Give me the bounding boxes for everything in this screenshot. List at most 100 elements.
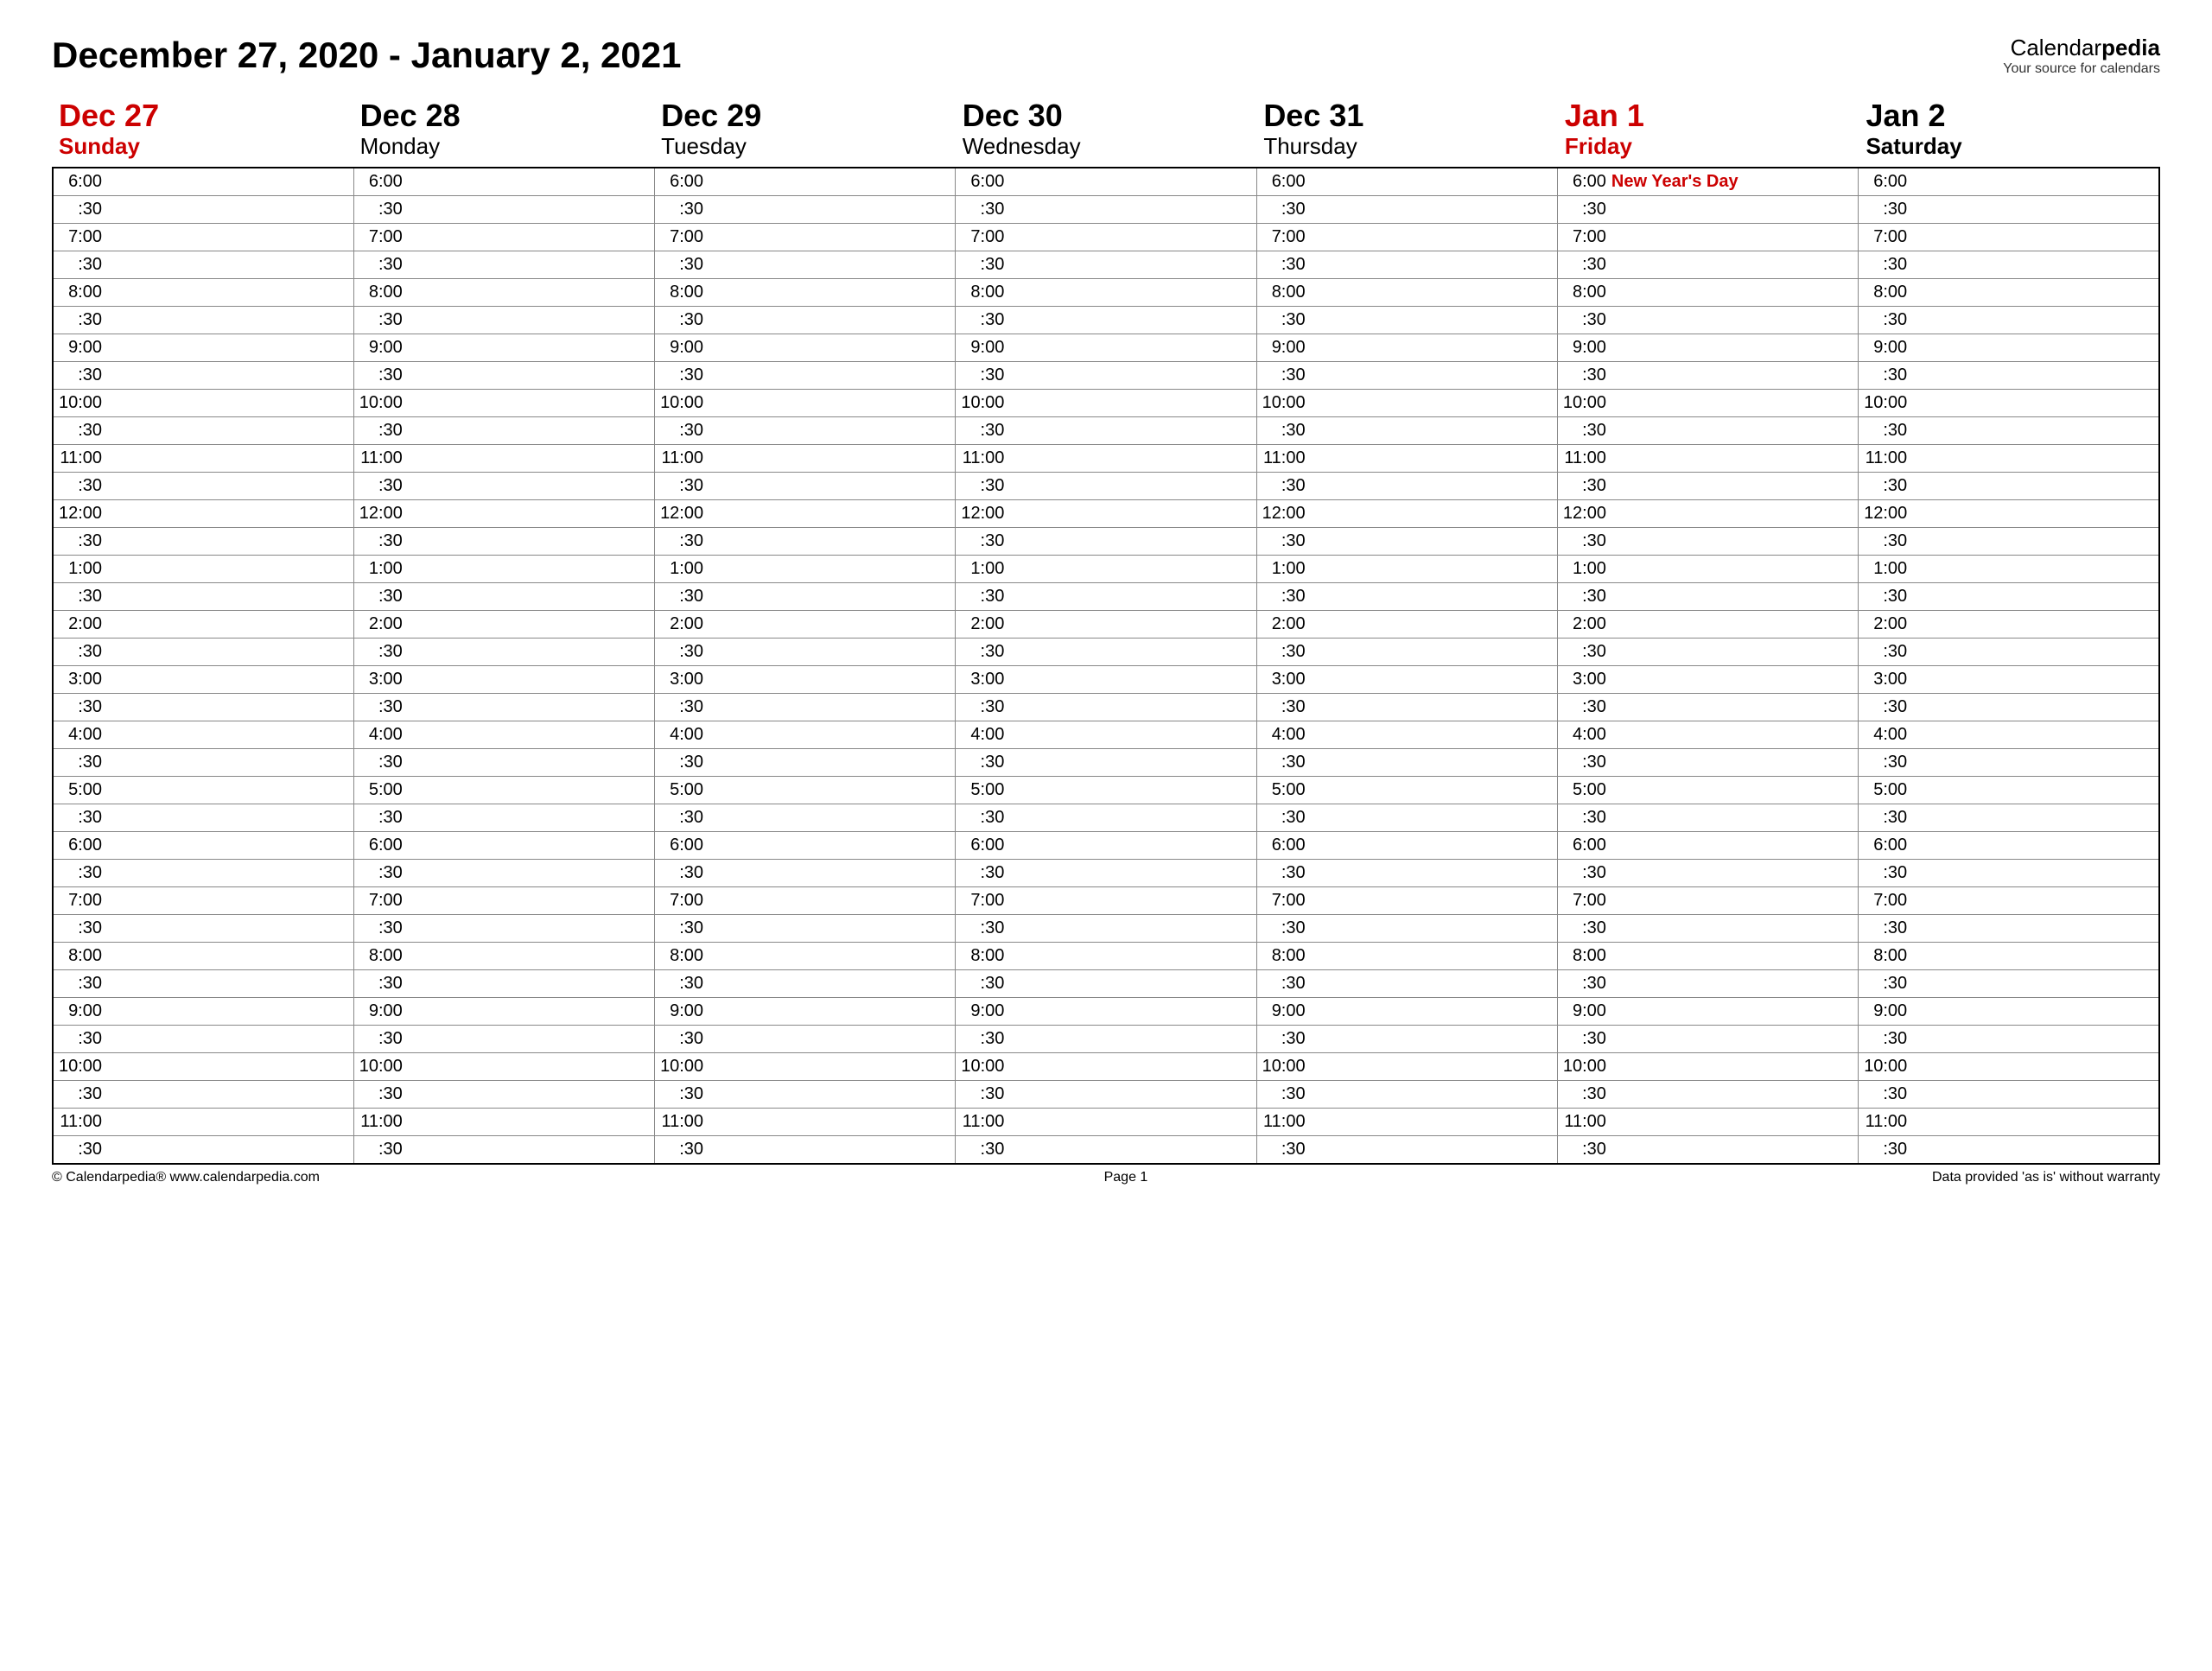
time-label: :30 [660,587,703,607]
time-label: 10:00 [1864,1057,1907,1077]
time-row: :30:30:30:30:30:30:30 [53,969,2159,997]
time-cell: 8:00 [655,278,956,306]
time-cell: :30 [1859,361,2159,389]
time-label: :30 [359,1140,403,1160]
time-label: 10:00 [359,1057,403,1077]
time-cell: 6:00 [956,168,1256,196]
time-label: 7:00 [359,891,403,911]
time-cell: :30 [1859,804,2159,831]
day-name-label: Saturday [1866,133,2153,160]
day-name-label: Monday [360,133,648,160]
time-cell: :30 [53,195,353,223]
time-cell: 6:00 [53,831,353,859]
time-label: :30 [961,365,1004,385]
time-row: 6:006:006:006:006:006:006:00 [53,831,2159,859]
time-cell: 4:00 [53,721,353,748]
day-short-label: Dec 27 [59,98,346,133]
time-cell: :30 [353,914,654,942]
time-cell: :30 [353,582,654,610]
time-label: 12:00 [660,504,703,524]
time-label: 6:00 [961,836,1004,855]
time-cell: :30 [1256,527,1557,555]
time-label: 7:00 [660,891,703,911]
time-cell: 5:00 [956,776,1256,804]
time-label: :30 [1563,200,1606,219]
time-cell: 6:00 [353,831,654,859]
time-cell: 11:00 [1859,444,2159,472]
time-cell: 12:00 [53,499,353,527]
time-label: 8:00 [660,283,703,302]
time-row: 8:008:008:008:008:008:008:00 [53,278,2159,306]
time-row: :30:30:30:30:30:30:30 [53,1025,2159,1052]
time-cell: :30 [53,527,353,555]
time-cell: :30 [1859,914,2159,942]
time-cell: :30 [53,582,353,610]
time-label: 9:00 [1864,338,1907,358]
time-cell: 6:00 [1256,168,1557,196]
time-cell: 2:00 [1557,610,1858,638]
time-label: :30 [660,200,703,219]
time-row: 6:006:006:006:006:006:00New Year's Day6:… [53,168,2159,196]
time-cell: :30 [1557,361,1858,389]
time-label: 8:00 [1864,283,1907,302]
day-header: Jan 2Saturday [1859,98,2160,167]
time-label: :30 [1563,310,1606,330]
time-cell: 1:00 [53,555,353,582]
time-label: :30 [1864,310,1907,330]
time-label: 5:00 [961,780,1004,800]
time-label: 11:00 [359,448,403,468]
time-label: :30 [1864,587,1907,607]
time-cell: :30 [53,1080,353,1108]
time-cell: 9:00 [1859,334,2159,361]
time-label: :30 [660,476,703,496]
time-label: :30 [660,697,703,717]
time-label: 2:00 [1563,614,1606,634]
time-cell: :30 [353,1135,654,1164]
time-cell: :30 [655,527,956,555]
time-cell: :30 [53,748,353,776]
time-cell: 10:00 [1557,1052,1858,1080]
time-label: :30 [359,421,403,441]
time-cell: :30 [1557,306,1858,334]
time-cell: :30 [956,582,1256,610]
time-label: 3:00 [1563,670,1606,689]
time-cell: 4:00 [1557,721,1858,748]
time-cell: :30 [1557,693,1858,721]
time-cell: :30 [1859,859,2159,886]
time-label: :30 [961,808,1004,828]
time-cell: 6:00New Year's Day [1557,168,1858,196]
time-cell: 12:00 [1557,499,1858,527]
time-label: :30 [961,587,1004,607]
time-cell: 11:00 [53,444,353,472]
time-label: 2:00 [1262,614,1306,634]
time-cell: :30 [1256,472,1557,499]
brand-name-prefix: Calendar [2011,35,2102,60]
header: December 27, 2020 - January 2, 2021 Cale… [52,35,2160,77]
time-label: :30 [59,697,102,717]
time-grid: 6:006:006:006:006:006:00New Year's Day6:… [52,167,2160,1165]
time-cell: :30 [1256,361,1557,389]
time-label: :30 [1563,1140,1606,1160]
time-label: :30 [59,974,102,994]
time-label: 10:00 [961,1057,1004,1077]
time-cell: 9:00 [956,997,1256,1025]
footer-right: Data provided 'as is' without warranty [1932,1170,2160,1185]
time-cell: 12:00 [1256,499,1557,527]
time-cell: :30 [1859,582,2159,610]
time-cell: :30 [53,638,353,665]
time-row: :30:30:30:30:30:30:30 [53,748,2159,776]
time-label: :30 [1262,200,1306,219]
time-cell: :30 [956,1135,1256,1164]
time-cell: 8:00 [1859,278,2159,306]
time-row: :30:30:30:30:30:30:30 [53,638,2159,665]
time-label: :30 [1563,918,1606,938]
time-cell: :30 [53,1025,353,1052]
time-cell: :30 [1256,638,1557,665]
time-label: :30 [1864,1084,1907,1104]
time-cell: :30 [1256,748,1557,776]
time-label: :30 [1563,421,1606,441]
time-label: :30 [1563,587,1606,607]
time-label: 8:00 [660,946,703,966]
time-label: 6:00 [1262,836,1306,855]
time-cell: :30 [353,306,654,334]
